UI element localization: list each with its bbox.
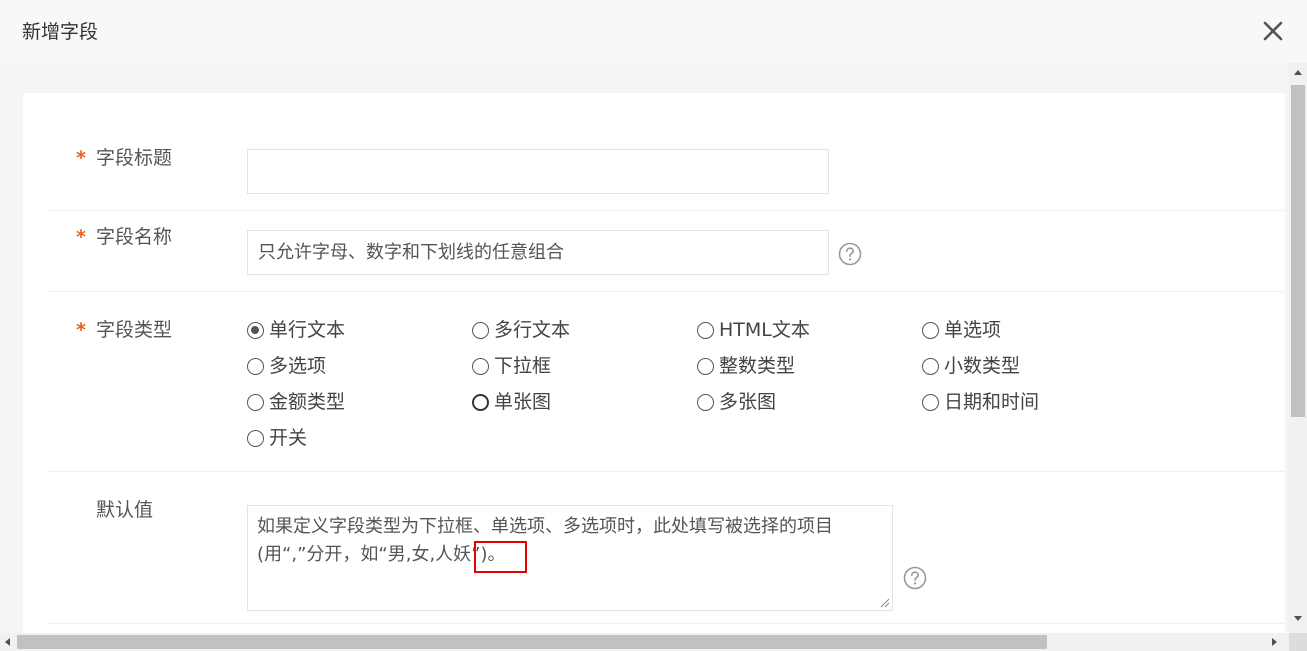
vertical-scroll-thumb[interactable] [1291,85,1305,417]
default-value-row: 默认值 [48,472,1285,624]
close-x-icon [1263,21,1283,41]
horizontal-scroll-thumb[interactable] [17,635,1047,649]
radio-single-choice[interactable]: 单选项 [922,315,1001,345]
radio-decimal-type[interactable]: 小数类型 [922,351,1020,381]
radio-date-time[interactable]: 日期和时间 [922,387,1039,417]
radio-multi-choice[interactable]: 多选项 [247,351,326,381]
question-circle-icon[interactable] [838,242,862,266]
field-title-input[interactable] [247,149,829,194]
radio-unchecked-icon [697,321,714,339]
radio-unchecked-icon [697,357,714,375]
default-value-label: 默认值 [96,499,154,521]
radio-single-image[interactable]: 单张图 [472,387,551,417]
dialog-header: 新增字段 [0,0,1307,63]
radio-single-line-text[interactable]: 单行文本 [247,315,345,345]
field-title-label: 字段标题 [96,147,173,169]
scroll-up-arrow-icon[interactable] [1294,70,1302,75]
radio-unchecked-icon [247,357,264,375]
radio-html-text[interactable]: HTML文本 [697,315,810,345]
dialog-body: * 字段标题 * 字段名称 * 字段类 [0,63,1289,633]
required-mark: * [76,147,86,169]
radio-unchecked-icon [472,321,489,339]
radio-unchecked-icon [922,357,939,375]
radio-checked-icon [247,321,264,339]
radio-unchecked-icon [472,393,489,411]
required-mark: * [76,319,86,341]
radio-unchecked-icon [247,393,264,411]
radio-unchecked-icon [922,393,939,411]
radio-unchecked-icon [472,357,489,375]
field-form: * 字段标题 * 字段名称 * 字段类 [23,93,1285,633]
radio-multi-image[interactable]: 多张图 [697,387,776,417]
scroll-down-arrow-icon[interactable] [1294,616,1302,621]
field-type-row: * 字段类型 单行文本 多行文本 HTML文本 单选项 多选项 下拉框 整数类型… [48,292,1285,472]
dialog-title: 新增字段 [22,21,99,43]
default-value-textarea[interactable] [248,506,892,610]
radio-unchecked-icon [922,321,939,339]
scroll-right-arrow-icon[interactable] [1272,638,1277,646]
close-button[interactable] [1261,19,1285,43]
radio-multi-line-text[interactable]: 多行文本 [472,315,570,345]
radio-switch[interactable]: 开关 [247,423,307,453]
add-field-dialog: 新增字段 * 字段标题 * 字段名称 只允许字母、数字和下划线的任意组合 * 字… [0,0,1307,651]
field-title-row: * 字段标题 [48,133,1285,211]
required-mark: * [76,226,86,248]
scroll-left-arrow-icon[interactable] [5,638,10,646]
question-circle-icon[interactable] [903,566,927,590]
vertical-scrollbar[interactable] [1289,63,1307,633]
scrollbar-corner [1289,633,1307,651]
field-type-label: 字段类型 [96,319,173,341]
radio-amount-type[interactable]: 金额类型 [247,387,345,417]
radio-unchecked-icon [247,429,264,447]
radio-dropdown[interactable]: 下拉框 [472,351,551,381]
field-name-input[interactable] [247,230,829,275]
radio-integer-type[interactable]: 整数类型 [697,351,795,381]
default-value-textarea-wrap [247,505,893,611]
field-name-label: 字段名称 [96,226,173,248]
horizontal-scrollbar[interactable] [0,633,1289,651]
radio-unchecked-icon [697,393,714,411]
field-name-row: * 字段名称 [48,211,1285,292]
